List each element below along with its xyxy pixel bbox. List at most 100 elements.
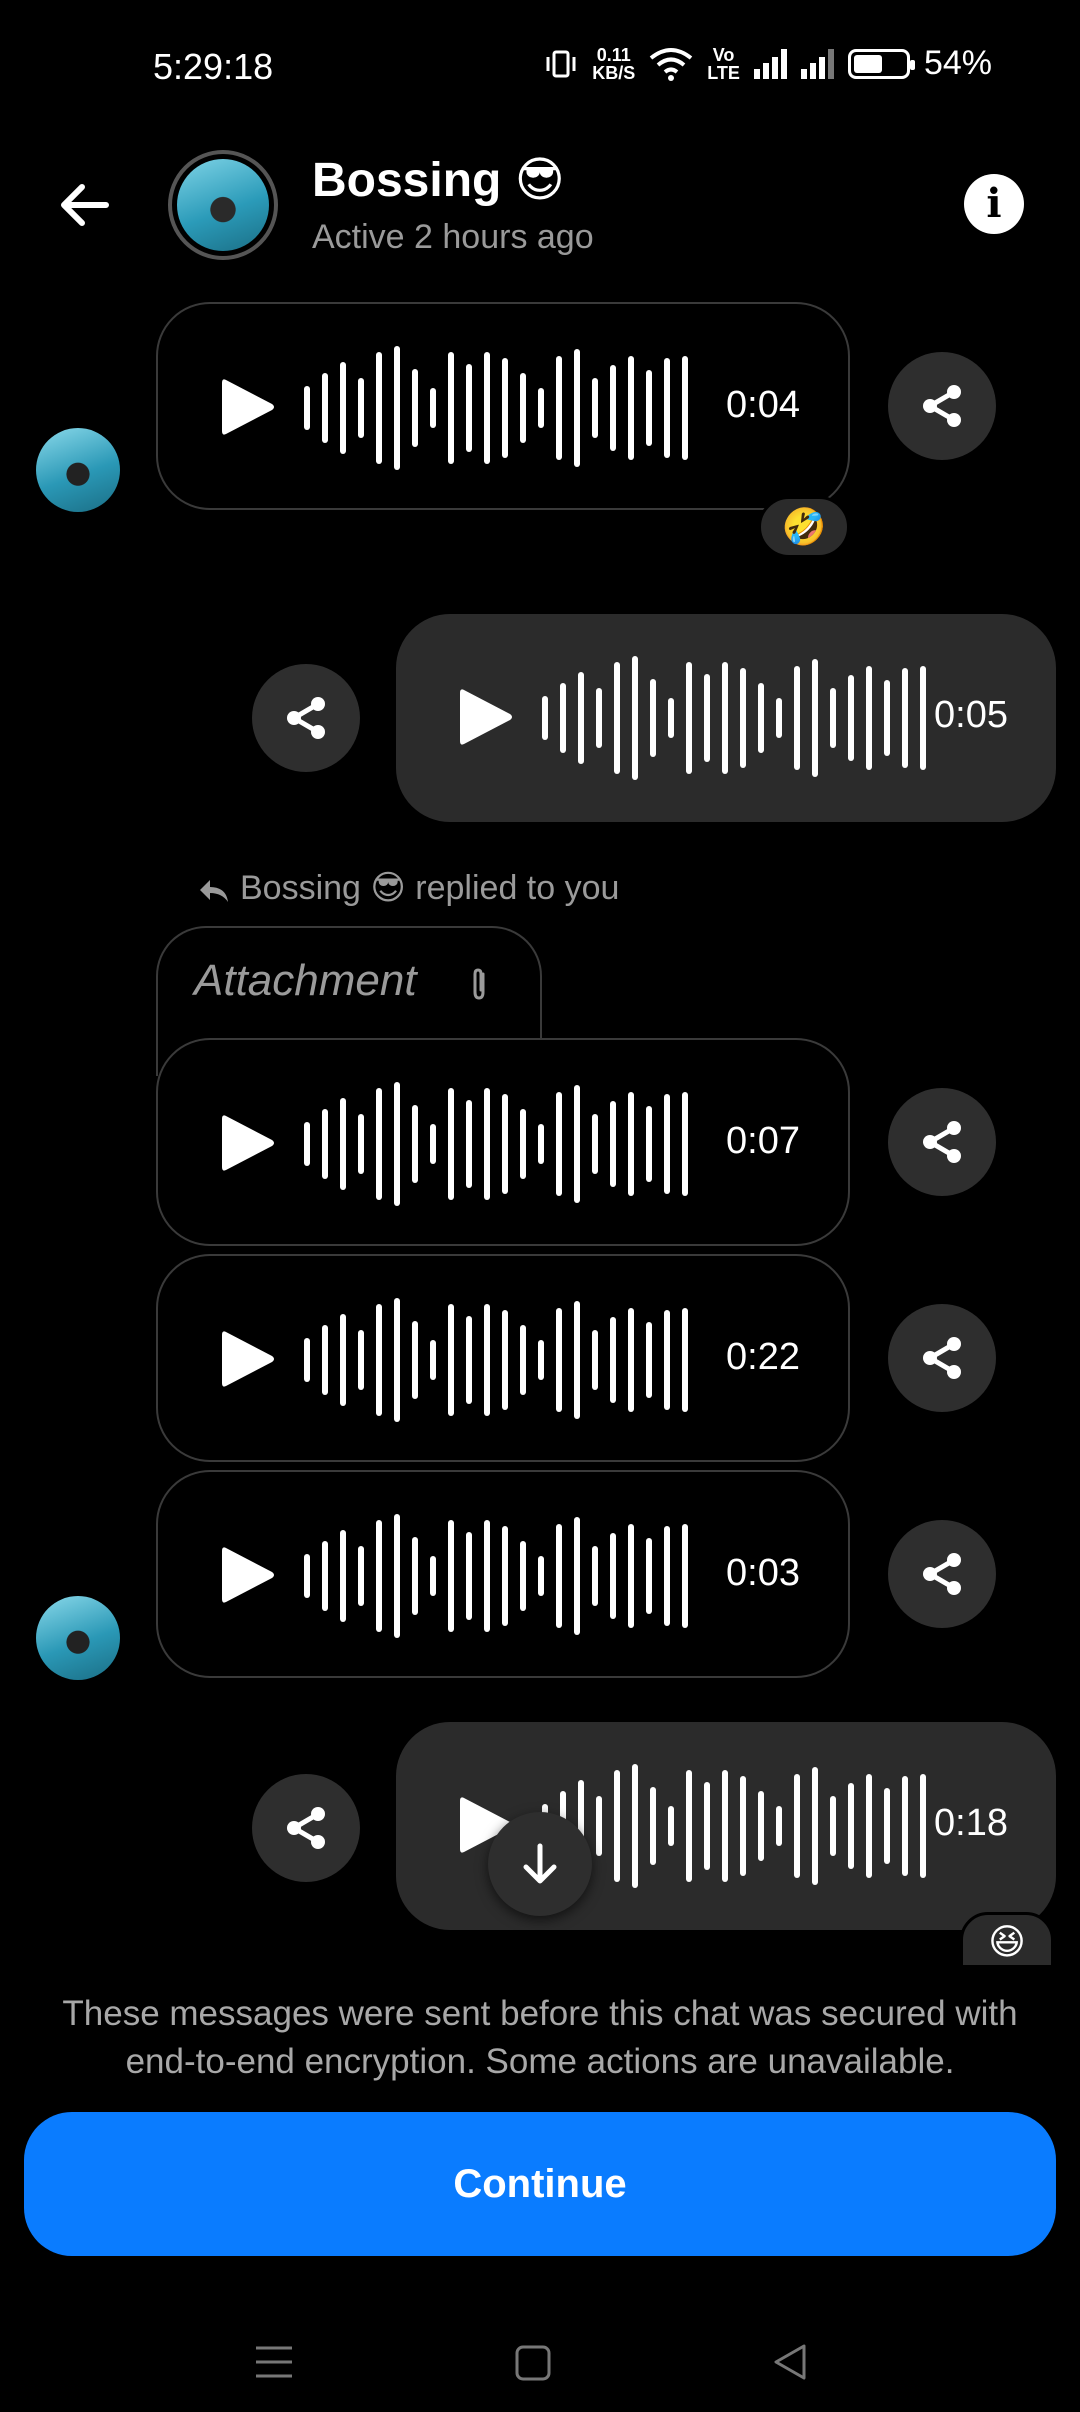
play-icon[interactable] bbox=[216, 374, 278, 440]
waveform-bar bbox=[304, 1122, 310, 1166]
waveform-bar bbox=[556, 1308, 562, 1412]
waveform-bar bbox=[682, 1092, 688, 1196]
waveform-bar bbox=[448, 1304, 454, 1416]
waveform-bar bbox=[668, 1806, 674, 1846]
share-icon bbox=[923, 385, 961, 427]
waveform-bar bbox=[448, 1520, 454, 1632]
waveform-bar bbox=[848, 675, 854, 761]
arrow-left-icon[interactable] bbox=[50, 170, 120, 240]
waveform-bar bbox=[632, 656, 638, 780]
waveform-bar bbox=[578, 672, 584, 764]
signal-icon bbox=[753, 48, 787, 79]
waveform-bar bbox=[614, 1770, 620, 1882]
waveform-bar bbox=[646, 1322, 652, 1398]
play-icon[interactable] bbox=[216, 1326, 278, 1392]
waveform-bar bbox=[596, 1796, 602, 1856]
waveform-bar bbox=[902, 668, 908, 768]
share-icon bbox=[923, 1337, 961, 1379]
waveform-bar bbox=[376, 352, 382, 464]
waveform-bar bbox=[556, 356, 562, 460]
voice-message-outgoing[interactable]: 0:18 bbox=[396, 1722, 1056, 1930]
waveform-bar bbox=[556, 1524, 562, 1628]
voice-duration: 0:03 bbox=[726, 1552, 800, 1594]
waveform-bar bbox=[538, 388, 544, 428]
share-icon bbox=[923, 1553, 961, 1595]
share-icon bbox=[923, 1121, 961, 1163]
waveform-bar bbox=[430, 1556, 436, 1596]
attachment-label: Attachment bbox=[194, 956, 417, 1005]
voice-message-incoming[interactable]: 0:04 bbox=[156, 302, 850, 510]
play-icon[interactable] bbox=[216, 1542, 278, 1608]
waveform-bar bbox=[466, 364, 472, 452]
waveform-bar bbox=[484, 1088, 490, 1200]
waveform-bar bbox=[686, 662, 692, 774]
waveform-bar bbox=[650, 1787, 656, 1865]
waveform-bar bbox=[830, 688, 836, 748]
menu-icon[interactable] bbox=[254, 2344, 294, 2380]
waveform-bar bbox=[646, 370, 652, 446]
voice-message-outgoing[interactable]: 0:05 bbox=[396, 614, 1056, 822]
continue-button[interactable]: Continue bbox=[24, 2112, 1056, 2256]
share-button[interactable] bbox=[888, 1088, 996, 1196]
contact-name[interactable]: Bossing 😎 bbox=[312, 152, 565, 208]
info-icon[interactable]: i bbox=[964, 174, 1024, 234]
waveform-bar bbox=[466, 1100, 472, 1188]
waveform-bar bbox=[412, 369, 418, 447]
waveform-bar bbox=[664, 1094, 670, 1194]
share-button[interactable] bbox=[888, 1520, 996, 1628]
contact-avatar[interactable] bbox=[168, 150, 278, 260]
waveform-bar bbox=[920, 666, 926, 770]
waveform-bar bbox=[646, 1538, 652, 1614]
vibrate-icon bbox=[546, 50, 576, 77]
waveform-bar bbox=[628, 1524, 634, 1628]
voice-message-incoming[interactable]: 0:07 bbox=[156, 1038, 850, 1246]
back-triangle-icon[interactable] bbox=[770, 2342, 810, 2382]
waveform-bar bbox=[758, 1791, 764, 1861]
waveform-bar bbox=[556, 1092, 562, 1196]
waveform-bar bbox=[884, 1788, 890, 1864]
waveform-bar bbox=[830, 1796, 836, 1856]
waveform-bar bbox=[884, 680, 890, 756]
share-icon bbox=[287, 697, 325, 739]
share-button[interactable] bbox=[888, 352, 996, 460]
waveform-bar bbox=[848, 1783, 854, 1869]
voice-duration: 0:18 bbox=[934, 1802, 1008, 1844]
waveform-bar bbox=[610, 1101, 616, 1187]
waveform-bar bbox=[412, 1105, 418, 1183]
voice-message-incoming[interactable]: 0:03 bbox=[156, 1470, 850, 1678]
waveform-bar bbox=[448, 1088, 454, 1200]
play-icon[interactable] bbox=[454, 684, 516, 750]
status-time: 5:29:18 bbox=[153, 46, 274, 87]
share-button[interactable] bbox=[252, 664, 360, 772]
waveform-bar bbox=[740, 668, 746, 768]
share-button[interactable] bbox=[252, 1774, 360, 1882]
waveform-bar bbox=[466, 1316, 472, 1404]
voice-message-incoming[interactable]: 0:22 bbox=[156, 1254, 850, 1462]
home-icon[interactable] bbox=[514, 2344, 552, 2382]
net-speed: 0.11 KB/S bbox=[592, 44, 636, 83]
waveform-bar bbox=[632, 1764, 638, 1888]
reaction-badge[interactable]: 🤣 bbox=[758, 496, 850, 558]
waveform-bar bbox=[614, 662, 620, 774]
waveform-bar bbox=[358, 378, 364, 438]
play-icon[interactable] bbox=[216, 1110, 278, 1176]
waveform-bar bbox=[574, 1085, 580, 1203]
waveform-bar bbox=[322, 373, 328, 443]
waveform-bar bbox=[448, 352, 454, 464]
reaction-badge[interactable]: 😆 bbox=[960, 1912, 1054, 1968]
waveform-bar bbox=[592, 1114, 598, 1174]
waveform-bar bbox=[812, 1767, 818, 1885]
waveform-bar bbox=[412, 1537, 418, 1615]
contact-status: Active 2 hours ago bbox=[312, 218, 594, 256]
waveform-bar bbox=[322, 1541, 328, 1611]
share-button[interactable] bbox=[888, 1304, 996, 1412]
scroll-to-bottom-button[interactable] bbox=[488, 1812, 592, 1916]
waveform-bar bbox=[920, 1774, 926, 1878]
waveform-bar bbox=[776, 698, 782, 738]
waveform-bar bbox=[520, 373, 526, 443]
waveform-bar bbox=[430, 388, 436, 428]
waveform-bar bbox=[704, 1782, 710, 1870]
waveform bbox=[304, 1512, 688, 1640]
waveform-bar bbox=[650, 679, 656, 757]
waveform-bar bbox=[376, 1304, 382, 1416]
